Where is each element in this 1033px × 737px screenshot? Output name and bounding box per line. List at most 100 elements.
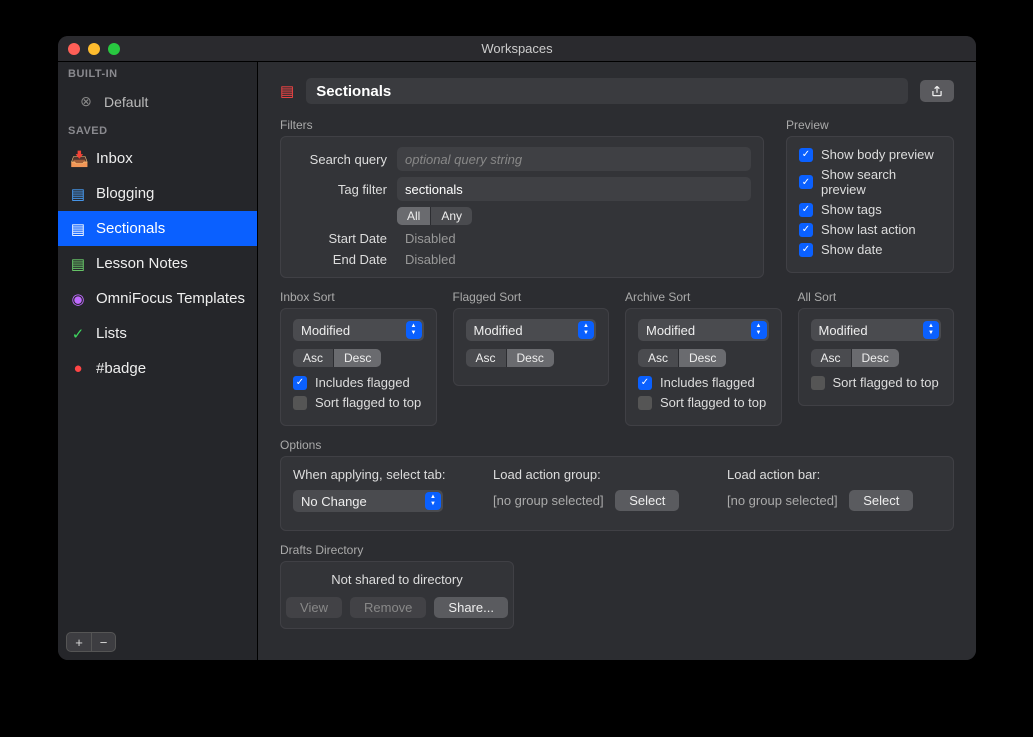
archive-sort-desc[interactable]: Desc bbox=[678, 349, 726, 367]
select-tab-popup[interactable]: No Change ▲▼ bbox=[293, 490, 443, 512]
checkbox-icon bbox=[638, 396, 652, 410]
flagged-sort-popup[interactable]: Modified ▲▼ bbox=[466, 319, 597, 341]
workspaces-window: Workspaces BUILT-IN ⊗ Default SAVED 📥Inb… bbox=[58, 36, 976, 660]
action-group-select-button[interactable]: Select bbox=[615, 490, 679, 511]
archive-includes-flagged-checkbox[interactable]: ✓ Includes flagged bbox=[638, 375, 769, 390]
preview-checkbox-1[interactable]: ✓Show search preview bbox=[799, 167, 941, 197]
tag-filter-input[interactable] bbox=[397, 177, 751, 201]
all-sort-flagged-top-checkbox[interactable]: Sort flagged to top bbox=[811, 375, 942, 390]
sidebar-item-label: Sectionals bbox=[96, 220, 165, 237]
window-title: Workspaces bbox=[58, 41, 976, 56]
filters-box: Search query Tag filter All Any bbox=[280, 136, 764, 278]
flagged-sort-title: Flagged Sort bbox=[453, 290, 610, 304]
archive-sort-flagged-top-checkbox[interactable]: Sort flagged to top bbox=[638, 395, 769, 410]
all-sort-popup[interactable]: Modified ▲▼ bbox=[811, 319, 942, 341]
checkmark-icon: ✓ bbox=[293, 376, 307, 390]
sidebar-item-label: Lesson Notes bbox=[96, 255, 188, 272]
flagged-sort-dir: Asc Desc bbox=[466, 349, 554, 367]
options-title: Options bbox=[280, 438, 954, 452]
add-workspace-button[interactable]: + bbox=[67, 633, 91, 651]
archive-sort-popup[interactable]: Modified ▲▼ bbox=[638, 319, 769, 341]
preview-checkbox-3[interactable]: ✓Show last action bbox=[799, 222, 941, 237]
drafts-directory-box: Not shared to directory View Remove Shar… bbox=[280, 561, 514, 629]
end-date-value[interactable]: Disabled bbox=[397, 252, 456, 267]
drafts-view-button[interactable]: View bbox=[286, 597, 342, 618]
sidebar-item-label: Inbox bbox=[96, 150, 133, 167]
share-icon bbox=[930, 84, 944, 98]
sidebar-item-label: Default bbox=[104, 94, 148, 110]
updown-icon: ▲▼ bbox=[751, 321, 767, 339]
sidebar-item-default[interactable]: ⊗ Default bbox=[58, 84, 257, 119]
inbox-icon: 📥 bbox=[70, 150, 86, 168]
inbox-sort-title: Inbox Sort bbox=[280, 290, 437, 304]
flagged-sort-asc[interactable]: Asc bbox=[466, 349, 506, 367]
remove-workspace-button[interactable]: − bbox=[91, 633, 115, 651]
action-bar-select-button[interactable]: Select bbox=[849, 490, 913, 511]
titlebar: Workspaces bbox=[58, 36, 976, 62]
sidebar-header-saved: SAVED bbox=[58, 119, 257, 141]
tag-scope-all-button[interactable]: All bbox=[397, 207, 430, 225]
drafts-directory-title: Drafts Directory bbox=[280, 543, 954, 557]
tag-scope-any-button[interactable]: Any bbox=[430, 207, 472, 225]
sidebar-item-label: #badge bbox=[96, 360, 146, 377]
inbox-sort-flagged-top-checkbox[interactable]: Sort flagged to top bbox=[293, 395, 424, 410]
all-sort-box: Modified ▲▼ Asc Desc Sort flagged to top bbox=[798, 308, 955, 406]
all-sort-title: All Sort bbox=[798, 290, 955, 304]
action-group-label: Load action group: bbox=[493, 467, 707, 482]
inbox-sort-asc[interactable]: Asc bbox=[293, 349, 333, 367]
all-sort-asc[interactable]: Asc bbox=[811, 349, 851, 367]
sidebar-item-sectionals[interactable]: ▤ Sectionals bbox=[58, 211, 257, 246]
checkbox-icon bbox=[293, 396, 307, 410]
end-date-label: End Date bbox=[293, 252, 397, 267]
add-remove-segment: + − bbox=[66, 632, 116, 652]
drafts-share-button[interactable]: Share... bbox=[434, 597, 508, 618]
preview-checkbox-label: Show date bbox=[821, 242, 882, 257]
sidebar-item-label: OmniFocus Templates bbox=[96, 290, 245, 307]
all-sort-dir: Asc Desc bbox=[811, 349, 899, 367]
dot-icon: ● bbox=[70, 360, 86, 377]
archive-sort-dir: Asc Desc bbox=[638, 349, 726, 367]
sidebar-item-lesson-notes[interactable]: ▤Lesson Notes bbox=[58, 246, 257, 281]
sidebar-item-label: Blogging bbox=[96, 185, 154, 202]
search-query-input[interactable] bbox=[397, 147, 751, 171]
checkmark-icon: ✓ bbox=[799, 148, 813, 162]
circle-x-icon: ⊗ bbox=[78, 93, 94, 110]
sidebar-item-inbox[interactable]: 📥 Inbox bbox=[58, 141, 257, 176]
sidebar-item-blogging[interactable]: ▤Blogging bbox=[58, 176, 257, 211]
preview-checkbox-label: Show body preview bbox=[821, 147, 934, 162]
start-date-label: Start Date bbox=[293, 231, 397, 246]
search-query-label: Search query bbox=[293, 152, 397, 167]
workspace-name-input[interactable] bbox=[306, 78, 908, 104]
updown-icon: ▲▼ bbox=[578, 321, 594, 339]
inbox-sort-desc[interactable]: Desc bbox=[333, 349, 381, 367]
check-icon: ✓ bbox=[70, 325, 86, 343]
archive-sort-asc[interactable]: Asc bbox=[638, 349, 678, 367]
page-icon: ▤ bbox=[70, 220, 86, 238]
sidebar-item--badge[interactable]: ● #badge bbox=[58, 351, 257, 386]
start-date-value[interactable]: Disabled bbox=[397, 231, 456, 246]
all-sort-desc[interactable]: Desc bbox=[851, 349, 899, 367]
sidebar-item-omnifocus-templates[interactable]: ◉OmniFocus Templates bbox=[58, 281, 257, 316]
inbox-sort-dir: Asc Desc bbox=[293, 349, 381, 367]
checkmark-icon: ✓ bbox=[799, 203, 813, 217]
checkmark-icon: ✓ bbox=[799, 243, 813, 257]
archive-sort-title: Archive Sort bbox=[625, 290, 782, 304]
checkbox-icon bbox=[811, 376, 825, 390]
flagged-sort-box: Modified ▲▼ Asc Desc bbox=[453, 308, 610, 386]
drafts-remove-button[interactable]: Remove bbox=[350, 597, 426, 618]
flagged-sort-desc[interactable]: Desc bbox=[506, 349, 554, 367]
inbox-sort-box: Modified ▲▼ Asc Desc ✓ Includes flagged bbox=[280, 308, 437, 426]
preview-checkbox-2[interactable]: ✓Show tags bbox=[799, 202, 941, 217]
sidebar-item-label: Lists bbox=[96, 325, 127, 342]
filters-title: Filters bbox=[280, 118, 764, 132]
updown-icon: ▲▼ bbox=[923, 321, 939, 339]
main-panel: ▤ Filters Search query Tag f bbox=[258, 62, 976, 660]
sidebar-item-lists[interactable]: ✓ Lists bbox=[58, 316, 257, 351]
inbox-sort-popup[interactable]: Modified ▲▼ bbox=[293, 319, 424, 341]
preview-checkbox-4[interactable]: ✓ Show date bbox=[799, 242, 941, 257]
share-button[interactable] bbox=[920, 80, 954, 102]
preview-title: Preview bbox=[786, 118, 954, 132]
inbox-includes-flagged-checkbox[interactable]: ✓ Includes flagged bbox=[293, 375, 424, 390]
tag-filter-label: Tag filter bbox=[293, 182, 397, 197]
preview-checkbox-0[interactable]: ✓ Show body preview bbox=[799, 147, 941, 162]
